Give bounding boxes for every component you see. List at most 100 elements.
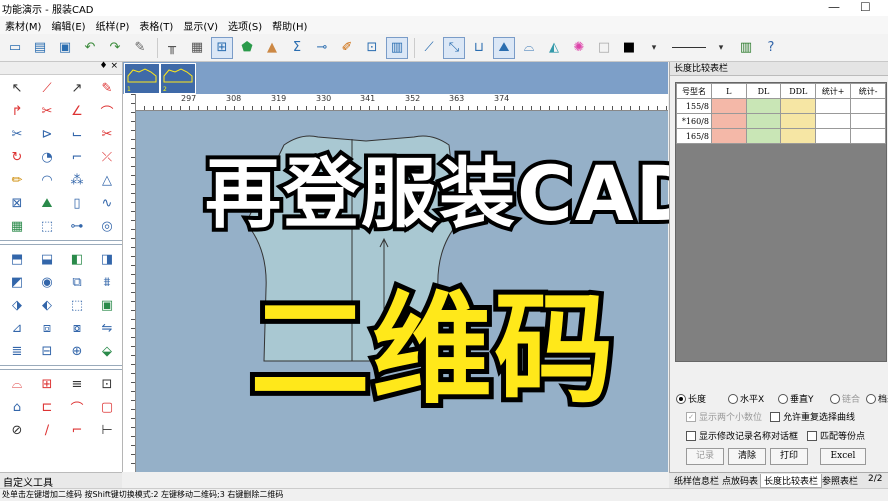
radio-vertical[interactable]: 垂直Y — [778, 392, 814, 405]
radio-horizontal[interactable]: 水平X — [728, 392, 764, 405]
cell-sum-minus[interactable] — [850, 113, 886, 129]
shirt-tool-icon[interactable]: ⧈ — [36, 319, 58, 337]
grid-tool-icon[interactable]: ▦ — [6, 217, 28, 235]
node-tool-icon[interactable]: ⁂ — [66, 171, 88, 189]
line-icon[interactable]: ⤡ — [443, 36, 465, 59]
minimize-button[interactable]: — — [828, 0, 840, 14]
piece-thumbnail[interactable]: 1 — [124, 63, 160, 94]
triangle-tool-icon[interactable]: △ — [96, 171, 118, 189]
hanger-tool-icon[interactable]: ⌂ — [6, 398, 28, 416]
flip-tool-icon[interactable]: ⇋ — [96, 319, 118, 337]
checkbox[interactable] — [770, 411, 780, 422]
color-wheel-icon[interactable]: ✺ — [568, 37, 590, 59]
arc-tool-icon[interactable]: ⌒ — [96, 102, 118, 121]
flower-icon[interactable]: ⌓ — [518, 37, 540, 59]
angle-tool-icon[interactable]: ∠ — [66, 102, 88, 120]
piece-tool-icon[interactable]: ⬒ — [6, 250, 28, 268]
radio-dot[interactable] — [866, 393, 876, 404]
rainbow-tool-icon[interactable]: ⌒ — [66, 398, 88, 417]
mountain-icon[interactable]: ⛰ — [493, 36, 515, 59]
hem-tool-icon[interactable]: ⧇ — [66, 319, 88, 337]
menu-material[interactable]: 素材(M) — [0, 18, 46, 33]
checkbox[interactable]: ✓ — [686, 411, 696, 422]
table-row[interactable]: 165/8 — [676, 128, 886, 144]
shield-icon[interactable]: ⬟ — [236, 37, 258, 59]
mirror-tool-icon[interactable]: ◧ — [66, 250, 88, 268]
menu-help[interactable]: 帮助(H) — [267, 18, 312, 33]
check-match-points[interactable]: 匹配等份点 — [807, 429, 865, 442]
menu-options[interactable]: 选项(S) — [223, 18, 267, 33]
cell-DDL[interactable] — [780, 98, 817, 114]
checkbox[interactable] — [686, 430, 696, 441]
cut-tool-icon[interactable]: ✂ — [6, 125, 28, 143]
cell-L[interactable] — [710, 128, 747, 144]
col-header[interactable]: 统计+ — [815, 83, 852, 99]
table-row[interactable]: 155/8 — [676, 98, 886, 114]
cup-icon[interactable]: ⊔ — [468, 37, 490, 59]
cell-sum-plus[interactable] — [815, 98, 852, 114]
table-row[interactable]: *160/8 — [676, 113, 886, 129]
record-button[interactable]: 记录 — [686, 448, 724, 465]
maximize-button[interactable]: ☐ — [860, 0, 871, 14]
ruler-icon[interactable]: ⊸ — [311, 37, 333, 59]
menu-table[interactable]: 表格(T) — [134, 18, 178, 33]
blade-tool-icon[interactable]: ⊘ — [6, 421, 28, 439]
pen-tool-icon[interactable]: ✎ — [96, 79, 118, 97]
vest-tool-icon[interactable]: ⬙ — [96, 342, 118, 360]
corner-tool-icon[interactable]: ⌐ — [66, 148, 88, 166]
excel-button[interactable]: Excel — [820, 448, 866, 465]
notch-tool-icon[interactable]: ◩ — [6, 273, 28, 291]
ruler-tool-icon[interactable]: ✏ — [6, 171, 28, 189]
piece-thumbnail[interactable]: 2 — [160, 63, 196, 94]
panel-tool-icon[interactable]: ▣ — [96, 296, 118, 314]
undo-icon[interactable]: ↶ — [79, 37, 101, 59]
button-tool-icon[interactable]: ◉ — [36, 273, 58, 291]
cell-L[interactable] — [710, 98, 747, 114]
cell-DL[interactable] — [745, 128, 782, 144]
measure2-tool-icon[interactable]: ⊠ — [6, 194, 28, 212]
check-two-decimals[interactable]: ✓ 显示两个小数位 — [686, 410, 762, 423]
help-icon[interactable]: ? — [760, 37, 782, 59]
edit-tool-icon[interactable]: ↗ — [66, 79, 88, 97]
shapes-icon[interactable]: ▲ — [261, 37, 283, 59]
measure-icon[interactable]: ✐ — [336, 37, 358, 59]
ruler3-tool-icon[interactable]: ≡ — [66, 375, 88, 393]
pocket-tool-icon[interactable]: ⬚ — [66, 296, 88, 314]
dart2-tool-icon[interactable]: ⊿ — [6, 319, 28, 337]
cell-L[interactable] — [710, 113, 747, 129]
tag-tool-icon[interactable]: ⊕ — [66, 342, 88, 360]
dropdown-arrow-icon[interactable]: ▾ — [643, 37, 665, 59]
radio-dot[interactable] — [676, 393, 686, 404]
curve-tool-icon[interactable]: ⟋ — [36, 79, 58, 97]
cell-DDL[interactable] — [780, 128, 817, 144]
tab-reference[interactable]: 参照表栏 — [819, 474, 861, 487]
box-tool-icon[interactable]: ⊡ — [96, 375, 118, 393]
swirl-tool-icon[interactable]: ◎ — [96, 217, 118, 235]
copy-tool-icon[interactable]: ⧉ — [66, 273, 88, 291]
dropdown-arrow-icon[interactable]: ▾ — [710, 37, 732, 59]
redo-icon[interactable]: ↷ — [104, 37, 126, 59]
select-icon[interactable]: ⟋ — [418, 37, 440, 59]
measure-tool-icon[interactable]: ↱ — [6, 102, 28, 120]
split-tool-icon[interactable]: ⊟ — [36, 342, 58, 360]
print-button[interactable]: 打印 — [770, 448, 808, 465]
pattern-tool-icon[interactable]: ⬚ — [36, 217, 58, 235]
radio-dot[interactable] — [778, 393, 788, 404]
shape-icon[interactable]: ◭ — [543, 37, 565, 59]
seam-tool-icon[interactable]: ⬓ — [36, 250, 58, 268]
col-header[interactable]: DL — [745, 83, 782, 99]
grade-tool-icon[interactable]: ◨ — [96, 250, 118, 268]
col-header[interactable]: 统计- — [850, 83, 886, 99]
col-header[interactable]: DDL — [780, 83, 817, 99]
arc-cut-tool-icon[interactable]: ⌓ — [6, 375, 28, 393]
grid-icon[interactable]: ▦ — [186, 37, 208, 59]
cell-DL[interactable] — [745, 98, 782, 114]
pleat-tool-icon[interactable]: ⩩ — [96, 273, 118, 291]
square-tool-icon[interactable]: ▢ — [96, 398, 118, 416]
custom-tools-tab[interactable]: 自定义工具 — [0, 472, 122, 489]
checkbox[interactable] — [807, 430, 817, 441]
bar-tool-icon[interactable]: ▯ — [66, 194, 88, 212]
cell-DDL[interactable] — [780, 113, 817, 129]
pin-close-icon[interactable]: ♦ × — [100, 61, 118, 71]
circle-tool-icon[interactable]: ◔ — [36, 148, 58, 166]
